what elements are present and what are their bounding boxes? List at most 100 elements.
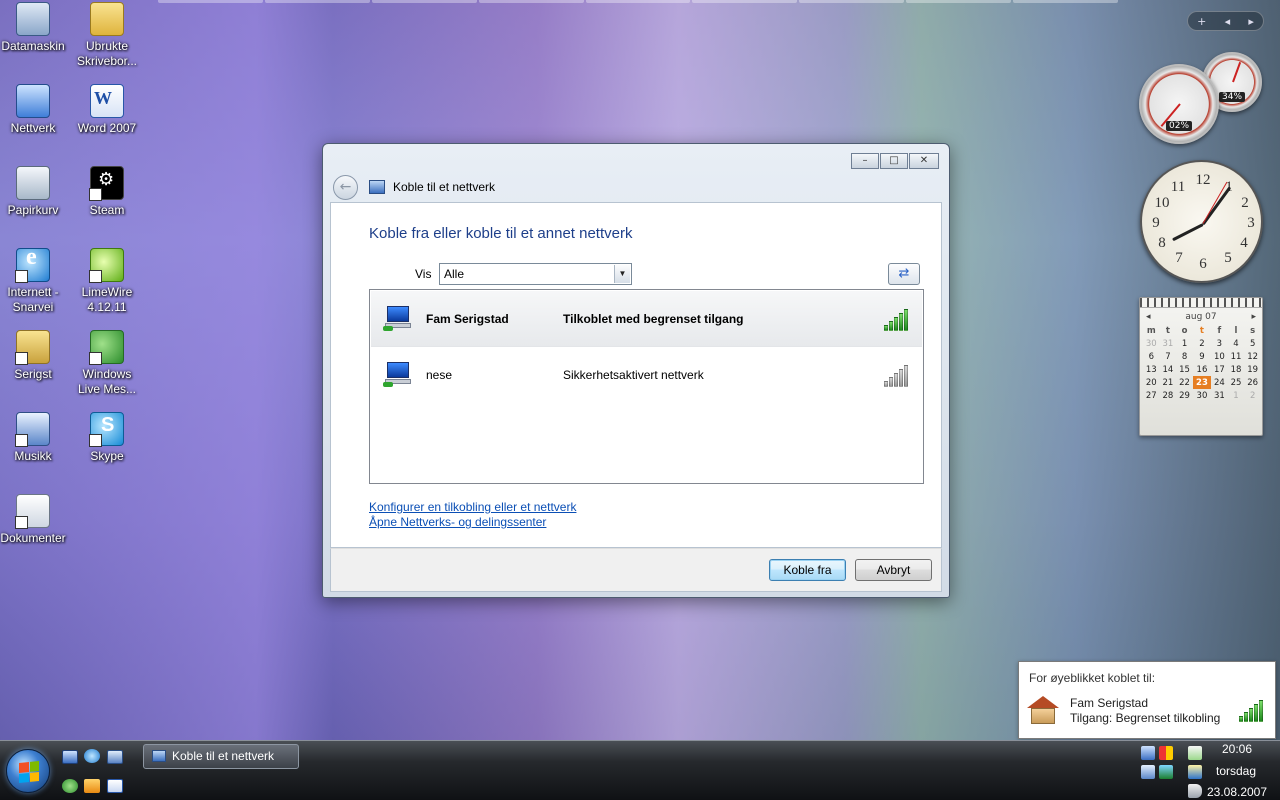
- desktop-icon-steam[interactable]: Steam: [71, 166, 143, 218]
- previous-month-icon[interactable]: ◂: [1146, 312, 1151, 322]
- calendar-day[interactable]: 21: [1160, 376, 1177, 389]
- calendar-day[interactable]: 20: [1143, 376, 1160, 389]
- calendar-day[interactable]: 29: [1176, 389, 1193, 402]
- volume-icon[interactable]: [1188, 784, 1202, 798]
- add-gadget-icon[interactable]: +: [1197, 15, 1206, 28]
- calendar-day[interactable]: 24: [1211, 376, 1228, 389]
- dialog-footer: Koble fra Avbryt: [330, 548, 942, 592]
- switch-windows-icon[interactable]: [107, 750, 123, 764]
- network-item[interactable]: nese Sikkerhetsaktivert nettverk: [371, 347, 922, 403]
- calendar-day[interactable]: 16: [1193, 363, 1211, 376]
- desktop-icon-skype[interactable]: Skype: [71, 412, 143, 464]
- calendar-day[interactable]: 1: [1176, 337, 1193, 350]
- taskbar-window-button[interactable]: Koble til et nettverk: [143, 744, 299, 769]
- calendar-day[interactable]: 10: [1211, 350, 1228, 363]
- desktop-icon-computer[interactable]: Datamaskin: [0, 2, 69, 54]
- network-item[interactable]: Fam Serigstad Tilkoblet med begrenset ti…: [371, 291, 922, 347]
- app-tray-icon[interactable]: [1159, 765, 1173, 779]
- calendar-day[interactable]: 30: [1143, 337, 1160, 350]
- calendar-day[interactable]: 31: [1211, 389, 1228, 402]
- calendar-day[interactable]: 4: [1228, 337, 1245, 350]
- configure-connection-link[interactable]: Konfigurer en tilkobling eller et nettve…: [369, 500, 576, 514]
- maximize-button[interactable]: □: [880, 153, 908, 169]
- calendar-day[interactable]: 25: [1228, 376, 1245, 389]
- close-button[interactable]: ✕: [909, 153, 939, 169]
- calendar-day[interactable]: 30: [1193, 389, 1211, 402]
- previous-icon[interactable]: ◂: [1225, 15, 1231, 28]
- calendar-day[interactable]: 2: [1244, 389, 1261, 402]
- taskbar-date[interactable]: 23.08.2007: [1204, 785, 1270, 799]
- desktop-icon-internet[interactable]: Internett - Snarvei: [0, 248, 69, 315]
- calendar-day[interactable]: 2: [1193, 337, 1211, 350]
- cpu-meter-gadget: 02%: [1139, 64, 1219, 144]
- desktop-icon-music[interactable]: Musikk: [0, 412, 69, 464]
- filter-dropdown[interactable]: Alle ▼: [439, 263, 632, 285]
- calendar-day[interactable]: 7: [1160, 350, 1177, 363]
- calendar-day[interactable]: 1: [1228, 389, 1245, 402]
- calendar-day[interactable]: 17: [1211, 363, 1228, 376]
- calendar-day[interactable]: 31: [1160, 337, 1177, 350]
- calendar-day[interactable]: 28: [1160, 389, 1177, 402]
- calendar-day[interactable]: 14: [1160, 363, 1177, 376]
- calendar-day[interactable]: 6: [1143, 350, 1160, 363]
- next-icon[interactable]: ▸: [1248, 15, 1254, 28]
- network-connect-icon: [369, 180, 385, 194]
- skype-icon: [89, 412, 124, 447]
- clock-number: 6: [1199, 256, 1207, 272]
- disconnect-button[interactable]: Koble fra: [769, 559, 846, 581]
- messenger-icon[interactable]: [62, 779, 78, 793]
- calendar-day[interactable]: 8: [1176, 350, 1193, 363]
- minimize-button[interactable]: –: [851, 153, 879, 169]
- connection-tray-icon[interactable]: [1188, 765, 1202, 779]
- network-tray-icon[interactable]: [1141, 746, 1155, 760]
- dialog-title: Koble til et nettverk: [393, 180, 496, 194]
- calendar-day[interactable]: 11: [1228, 350, 1245, 363]
- desktop-icon-word[interactable]: Word 2007: [71, 84, 143, 136]
- calendar-day[interactable]: 27: [1143, 389, 1160, 402]
- taskbar-day[interactable]: torsdag: [1206, 764, 1266, 778]
- desktop-icon-unused-shortcuts[interactable]: Ubrukte Skrivebor...: [71, 2, 143, 69]
- filter-label: Vis: [415, 267, 432, 281]
- word-icon[interactable]: [107, 779, 123, 793]
- calendar-day[interactable]: 5: [1244, 337, 1261, 350]
- clock-number: 2: [1241, 195, 1249, 211]
- media-player-icon[interactable]: [84, 779, 100, 793]
- calendar-day[interactable]: 13: [1143, 363, 1160, 376]
- color-tray-icon[interactable]: [1159, 746, 1173, 760]
- clock-number: 3: [1247, 215, 1255, 231]
- taskbar-time[interactable]: 20:06: [1214, 742, 1260, 756]
- network-status-tray-icon[interactable]: [1141, 765, 1155, 779]
- calendar-day[interactable]: 19: [1244, 363, 1261, 376]
- calendar-day[interactable]: 26: [1244, 376, 1261, 389]
- desktop-icon-messenger[interactable]: Windows Live Mes...: [71, 330, 143, 397]
- calendar-month: aug 07: [1185, 312, 1217, 322]
- calendar-day[interactable]: 22: [1176, 376, 1193, 389]
- calendar-day[interactable]: 12: [1244, 350, 1261, 363]
- refresh-button[interactable]: ⇄: [888, 263, 920, 285]
- calendar-day-today[interactable]: 23: [1192, 376, 1212, 389]
- desktop-icon-limewire[interactable]: LimeWire 4.12.11: [71, 248, 143, 315]
- taskbar: Koble til et nettverk 20:06 torsdag 23.0…: [0, 740, 1280, 800]
- desktop-icon-label: Windows Live Mes...: [77, 367, 137, 396]
- network-center-link[interactable]: Åpne Nettverks- og delingssenter: [369, 515, 546, 529]
- next-month-icon[interactable]: ▸: [1251, 312, 1256, 322]
- desktop-icon-serigst[interactable]: Serigst: [0, 330, 69, 382]
- folder-icon: [15, 330, 50, 365]
- network-notification[interactable]: For øyeblikket koblet til: Fam Serigstad…: [1018, 661, 1276, 739]
- internet-explorer-icon[interactable]: [84, 749, 100, 763]
- desktop-icon-documents[interactable]: Dokumenter: [0, 494, 69, 546]
- desktop-icon-recycle-bin[interactable]: Papirkurv: [0, 166, 69, 218]
- power-tray-icon[interactable]: [1188, 746, 1202, 760]
- calendar-day[interactable]: 18: [1228, 363, 1245, 376]
- back-button[interactable]: ←: [333, 174, 358, 200]
- show-desktop-icon[interactable]: [62, 750, 78, 764]
- calendar-day[interactable]: 9: [1193, 350, 1211, 363]
- word-icon: [90, 84, 124, 118]
- notification-header: For øyeblikket koblet til:: [1029, 671, 1156, 685]
- calendar-day[interactable]: 15: [1176, 363, 1193, 376]
- cancel-button[interactable]: Avbryt: [855, 559, 932, 581]
- wireless-network-icon: [383, 362, 413, 388]
- desktop-icon-network[interactable]: Nettverk: [0, 84, 69, 136]
- calendar-day[interactable]: 3: [1211, 337, 1228, 350]
- start-button[interactable]: [6, 749, 50, 793]
